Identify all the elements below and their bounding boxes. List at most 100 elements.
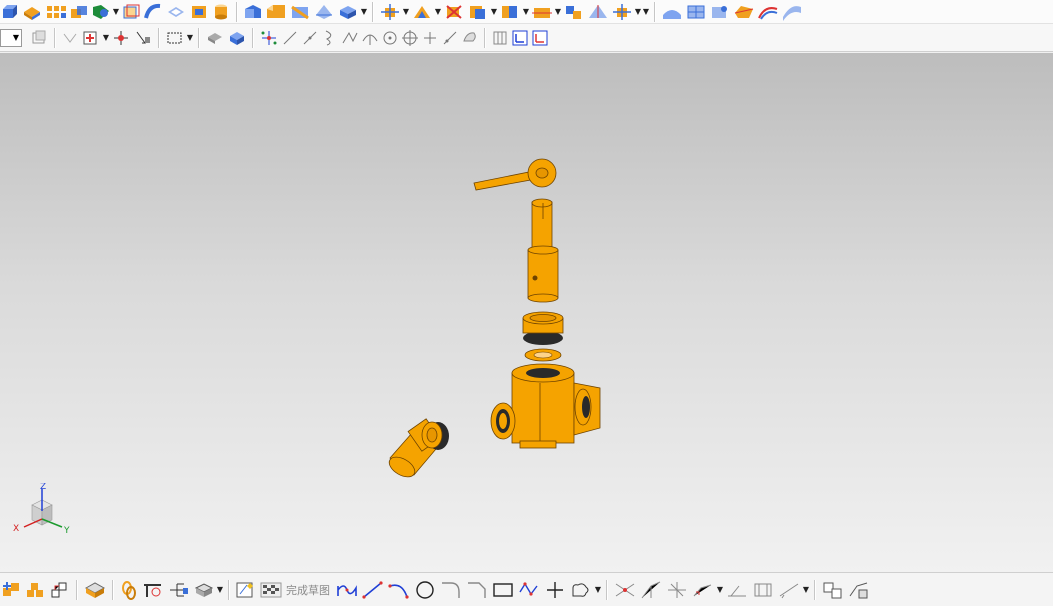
snap-enable-icon[interactable] — [259, 27, 279, 49]
boolean-unite-icon[interactable] — [69, 1, 89, 23]
dropdown-caret-icon[interactable]: ▼ — [216, 579, 224, 601]
geometric-constraint-icon[interactable] — [751, 579, 775, 601]
model-canvas[interactable] — [0, 53, 1053, 572]
select-body-icon[interactable] — [205, 27, 225, 49]
shell-icon[interactable] — [165, 1, 187, 23]
show-sketch-constraints-icon[interactable] — [821, 579, 845, 601]
gasket-ring[interactable] — [524, 348, 562, 362]
offset-region-icon[interactable] — [499, 1, 521, 23]
graphics-viewport[interactable]: Z X Y — [0, 53, 1053, 572]
shape-icon[interactable] — [91, 1, 111, 23]
finish-sketch-flag-icon[interactable] — [259, 579, 283, 601]
replace-face-icon[interactable] — [467, 1, 489, 23]
cylinder-icon[interactable] — [211, 1, 231, 23]
add-component-icon[interactable] — [1, 579, 23, 601]
quick-trim-icon[interactable] — [613, 579, 637, 601]
point-on-curve-icon[interactable] — [421, 27, 439, 49]
polygon-icon[interactable] — [517, 579, 541, 601]
quadrant-point-icon[interactable] — [381, 27, 399, 49]
extrude-icon[interactable] — [1, 1, 19, 23]
offset-curve-icon[interactable] — [691, 579, 715, 601]
dropdown-caret-icon[interactable]: ▼ — [112, 1, 120, 23]
resize-face-icon[interactable] — [531, 1, 553, 23]
dimension-icon[interactable] — [777, 579, 801, 601]
split-body-icon[interactable] — [337, 1, 359, 23]
dropdown-caret-icon[interactable]: ▼ — [642, 1, 650, 23]
studio-spline-icon[interactable] — [569, 579, 593, 601]
dropdown-caret-icon[interactable]: ▼ — [554, 1, 562, 23]
n-sided-surface-icon[interactable] — [733, 1, 755, 23]
rectangle-select-icon[interactable] — [165, 27, 185, 49]
rectangle-icon[interactable] — [491, 579, 515, 601]
end-point-icon[interactable] — [281, 27, 299, 49]
wcs-display-icon[interactable] — [511, 27, 529, 49]
mid-point-icon[interactable] — [301, 27, 319, 49]
existing-point-icon[interactable] — [401, 27, 419, 49]
selection-scope-icon[interactable] — [29, 27, 49, 49]
product-outline-icon[interactable] — [193, 579, 215, 601]
block-icon[interactable] — [21, 1, 43, 23]
valve-stem[interactable] — [527, 198, 559, 303]
wave-link-icon[interactable] — [119, 579, 139, 601]
filter-icon[interactable] — [61, 27, 79, 49]
swoop-icon[interactable] — [757, 1, 779, 23]
delete-face-icon[interactable] — [443, 1, 465, 23]
dropdown-caret-icon[interactable]: ▼ — [716, 579, 724, 601]
draft-icon[interactable] — [189, 1, 209, 23]
through-curves-icon[interactable] — [661, 1, 683, 23]
line-icon[interactable] — [361, 579, 385, 601]
new-component-icon[interactable] — [25, 579, 47, 601]
dropdown-caret-icon[interactable]: ▼ — [402, 1, 410, 23]
fillet-icon[interactable] — [439, 579, 463, 601]
general-selection-icon[interactable] — [81, 27, 101, 49]
sketch-icon[interactable] — [235, 579, 257, 601]
gland-nut[interactable] — [522, 311, 564, 345]
move-object-icon[interactable] — [379, 1, 401, 23]
pattern-face-icon[interactable] — [563, 1, 585, 23]
mirror-curve-icon[interactable] — [725, 579, 749, 601]
type-filter-combo[interactable]: ▼ — [0, 28, 22, 47]
chamfer-icon[interactable] — [265, 1, 287, 23]
csys-icon[interactable] — [531, 27, 549, 49]
dropdown-caret-icon[interactable]: ▼ — [186, 27, 194, 49]
select-solid-icon[interactable] — [227, 27, 247, 49]
quick-extend-icon[interactable] — [639, 579, 663, 601]
profile-icon[interactable] — [335, 579, 359, 601]
elbow-fitting[interactable] — [386, 418, 449, 481]
finish-sketch-label[interactable]: 完成草图 — [286, 582, 330, 598]
control-point-icon[interactable] — [321, 27, 339, 49]
valve-handle[interactable] — [473, 158, 557, 191]
arc-center-icon[interactable] — [361, 27, 379, 49]
assembly-sequence-icon[interactable] — [167, 579, 191, 601]
interference-check-icon[interactable] — [141, 579, 165, 601]
assembly-constraint-icon[interactable] — [49, 579, 71, 601]
mirror-feature-icon[interactable] — [411, 1, 433, 23]
quick-pick-icon[interactable] — [133, 27, 153, 49]
ruled-surface-icon[interactable] — [781, 1, 803, 23]
valve-body[interactable] — [490, 363, 601, 449]
through-curve-mesh-icon[interactable] — [685, 1, 707, 23]
offset-face-icon[interactable] — [121, 1, 141, 23]
pattern-feature-icon[interactable] — [45, 1, 67, 23]
dropdown-caret-icon[interactable]: ▼ — [434, 1, 442, 23]
arc-icon[interactable] — [387, 579, 411, 601]
bounded-grid-icon[interactable] — [461, 27, 479, 49]
point-icon[interactable] — [543, 579, 567, 601]
auto-constrain-icon[interactable] — [847, 579, 871, 601]
dropdown-caret-icon[interactable]: ▼ — [594, 579, 602, 601]
chamfer-sketch-icon[interactable] — [465, 579, 489, 601]
dropdown-caret-icon[interactable]: ▼ — [802, 579, 810, 601]
sweep-icon[interactable] — [143, 1, 163, 23]
trim-body-icon[interactable] — [313, 1, 335, 23]
dropdown-caret-icon[interactable]: ▼ — [490, 1, 498, 23]
dropdown-caret-icon[interactable]: ▼ — [360, 1, 368, 23]
dropdown-caret-icon[interactable]: ▼ — [102, 27, 110, 49]
dropdown-caret-icon[interactable]: ▼ — [522, 1, 530, 23]
edge-blend-icon[interactable] — [243, 1, 263, 23]
show-hide-grid-icon[interactable] — [491, 27, 509, 49]
snap-point-icon[interactable] — [111, 27, 131, 49]
exploded-view-icon[interactable] — [83, 579, 107, 601]
dropdown-caret-icon[interactable]: ▼ — [634, 1, 642, 23]
circle-icon[interactable] — [413, 579, 437, 601]
make-corner-icon[interactable] — [665, 579, 689, 601]
